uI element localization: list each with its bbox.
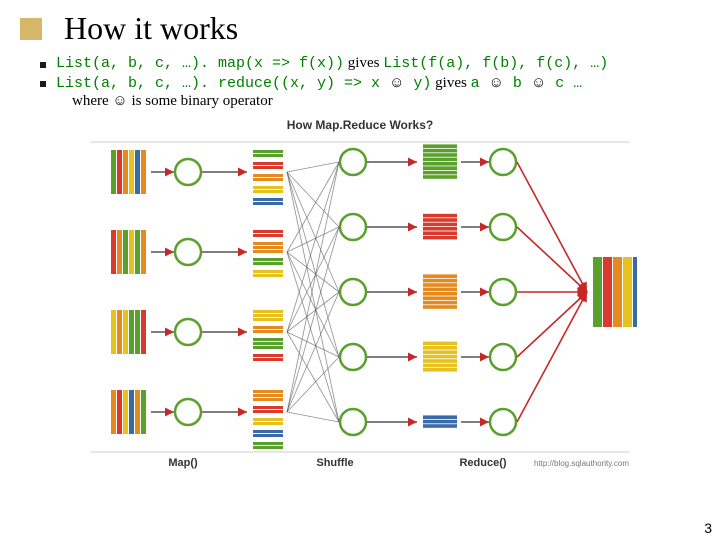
smile-icon: ☺	[112, 92, 127, 109]
smile-icon: ☺	[531, 74, 546, 91]
text-fragment: gives	[431, 75, 470, 91]
code-fragment: List(f(a), f(b), f(c), …)	[383, 55, 608, 72]
code-fragment: List(a, b, c, …). reduce((x, y) => x	[56, 75, 389, 92]
text-fragment: gives	[344, 55, 383, 71]
svg-text:Map(): Map()	[168, 457, 198, 469]
text-fragment: is some binary operator	[128, 93, 273, 109]
text-fragment: where	[72, 93, 112, 109]
bullet-square-icon	[40, 81, 46, 87]
code-fragment: y)	[404, 75, 431, 92]
diagram-title: How Map.Reduce Works?	[0, 118, 720, 132]
slide-title: How it works	[64, 10, 238, 47]
code-fragment: b	[504, 75, 531, 92]
svg-text:http://blog.sqlauthority.com: http://blog.sqlauthority.com	[534, 459, 629, 468]
bullet-item: List(a, b, c, …). map(x => f(x)) gives L…	[40, 55, 696, 72]
smile-icon: ☺	[489, 74, 504, 91]
mapreduce-diagram: Map() Shuffle Reduce() http://blog.sqlautho…	[83, 132, 637, 472]
bullet-square-icon	[40, 62, 46, 68]
page-number: 3	[704, 520, 712, 536]
code-fragment: List(a, b, c, …). map(x => f(x))	[56, 55, 344, 72]
code-fragment: c …	[546, 75, 582, 92]
smile-icon: ☺	[389, 74, 404, 91]
code-fragment: a	[471, 75, 489, 92]
svg-text:Reduce(): Reduce()	[459, 457, 506, 469]
title-accent-box	[20, 18, 42, 40]
bullet-item: List(a, b, c, …). reduce((x, y) => x ☺ y…	[40, 74, 696, 110]
svg-text:Shuffle: Shuffle	[316, 457, 353, 469]
title-bar: How it works	[0, 0, 720, 53]
bullet-list: List(a, b, c, …). map(x => f(x)) gives L…	[0, 53, 720, 114]
